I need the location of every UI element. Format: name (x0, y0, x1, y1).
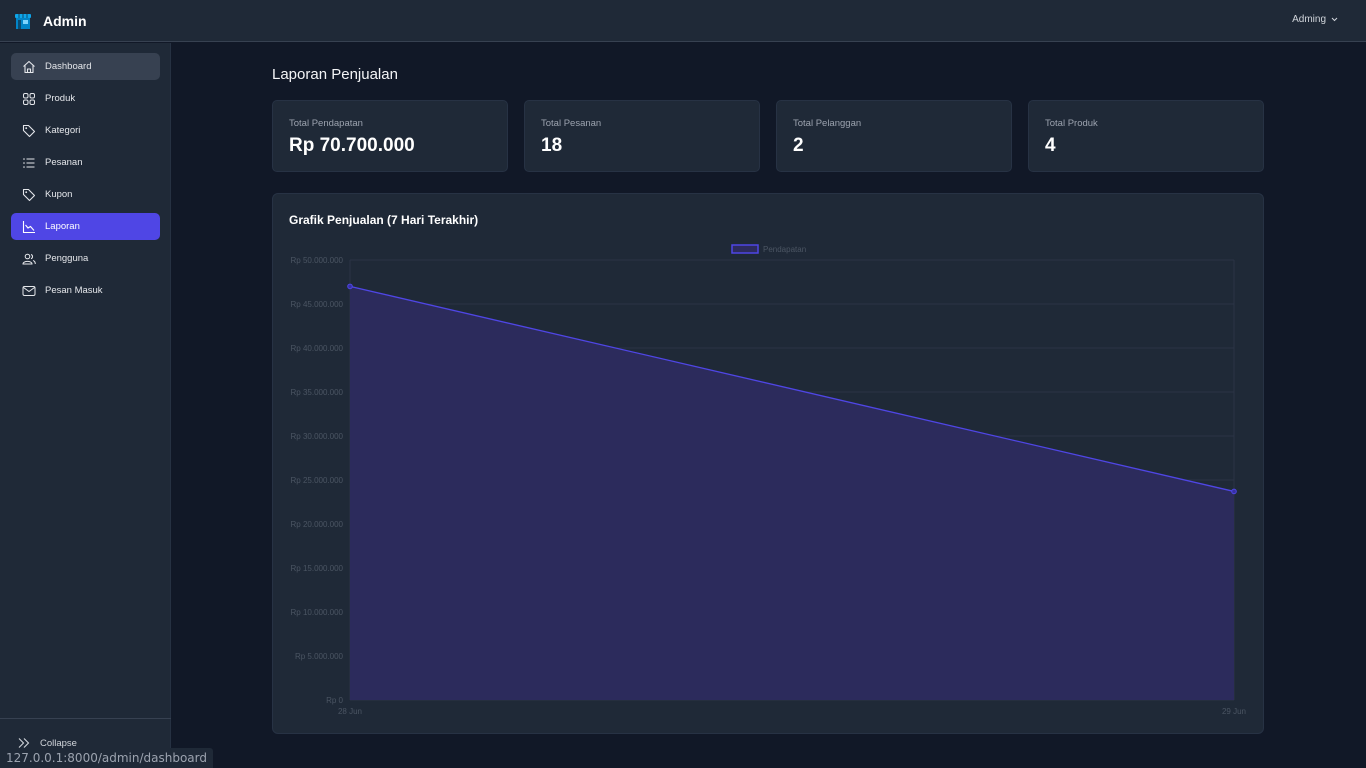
y-tick-label: Rp 45.000.000 (291, 300, 344, 309)
sidebar-item-pesan-masuk[interactable]: Pesan Masuk (11, 277, 160, 304)
x-tick-label: 28 Jun (338, 707, 362, 716)
page-title: Laporan Penjualan (272, 66, 398, 83)
tag-icon (21, 123, 37, 139)
sidebar-item-label: Kupon (45, 189, 73, 200)
sidebar-item-kategori[interactable]: Kategori (11, 117, 160, 144)
y-tick-label: Rp 30.000.000 (291, 432, 344, 441)
stat-label: Total Pelanggan (793, 118, 862, 129)
sidebar-item-pesanan[interactable]: Pesanan (11, 149, 160, 176)
y-tick-label: Rp 15.000.000 (291, 564, 344, 573)
user-menu-button[interactable]: Adming (1292, 14, 1338, 25)
stat-label: Total Produk (1045, 118, 1098, 129)
y-tick-label: Rp 20.000.000 (291, 520, 344, 529)
store-icon (15, 13, 31, 29)
sales-chart: Rp 0 Rp 5.000.000 Rp 10.000.000 Rp 15.000.0… (291, 244, 1246, 716)
stat-label: Total Pendapatan (289, 118, 363, 129)
sidebar-item-produk[interactable]: Produk (11, 85, 160, 112)
sidebar-item-dashboard[interactable]: Dashboard (11, 53, 160, 80)
sidebar-item-label: Produk (45, 93, 76, 104)
stat-value: 2 (793, 135, 804, 156)
list-icon (21, 155, 37, 171)
sidebar-item-kupon[interactable]: Kupon (11, 181, 160, 208)
y-tick-label: Rp 10.000.000 (291, 608, 344, 617)
stat-value: Rp 70.700.000 (289, 135, 415, 156)
stat-card-total-pesanan: Total Pesanan 18 (524, 100, 760, 172)
mail-icon (21, 283, 37, 299)
sidebar-item-label: Laporan (45, 221, 80, 232)
brand[interactable]: Admin (14, 12, 87, 30)
y-tick-label: Rp 0 (326, 696, 343, 705)
sales-chart-card: Grafik Penjualan (7 Hari Terakhir) Rp 0R… (272, 193, 1264, 734)
brand-name: Admin (43, 12, 87, 29)
user-name: Adming (1292, 14, 1326, 25)
sidebar: Dashboard Produk Kategori Pesanan Kupon … (0, 43, 171, 768)
sidebar-item-label: Pesan Masuk (45, 285, 103, 296)
top-bar: Admin Adming (0, 0, 1366, 42)
stat-value: 18 (541, 135, 563, 156)
grid-icon (21, 91, 37, 107)
collapse-label: Collapse (40, 737, 77, 749)
sidebar-item-label: Pesanan (45, 157, 83, 168)
sidebar-item-label: Dashboard (45, 61, 92, 72)
y-tick-label: Rp 35.000.000 (291, 388, 344, 397)
data-point (1231, 488, 1237, 495)
status-bar-url: 127.0.0.1:8000/admin/dashboard (0, 748, 213, 768)
stat-card-total-pendapatan: Total Pendapatan Rp 70.700.000 (272, 100, 508, 172)
sidebar-item-pengguna[interactable]: Pengguna (11, 245, 160, 272)
y-tick-label: Rp 40.000.000 (291, 344, 344, 353)
chart-icon (21, 219, 37, 235)
chevron-down-icon (1331, 17, 1338, 22)
legend-swatch (731, 244, 759, 254)
y-tick-label: Rp 5.000.000 (295, 652, 344, 661)
stat-label: Total Pesanan (541, 118, 602, 129)
data-point (347, 283, 353, 290)
tag-icon (21, 187, 37, 203)
y-tick-label: Rp 25.000.000 (291, 476, 344, 485)
x-tick-label: 29 Jun (1222, 707, 1246, 716)
stat-card-total-pelanggan: Total Pelanggan 2 (776, 100, 1012, 172)
stat-card-total-produk: Total Produk 4 (1028, 100, 1264, 172)
sidebar-item-label: Pengguna (45, 253, 89, 264)
legend-label: Pendapatan (763, 245, 806, 254)
home-icon (21, 59, 37, 75)
users-icon (21, 251, 37, 267)
stat-value: 4 (1045, 135, 1056, 156)
sidebar-item-label: Kategori (45, 125, 81, 136)
y-tick-label: Rp 50.000.000 (291, 256, 344, 265)
sidebar-item-laporan[interactable]: Laporan (11, 213, 160, 240)
